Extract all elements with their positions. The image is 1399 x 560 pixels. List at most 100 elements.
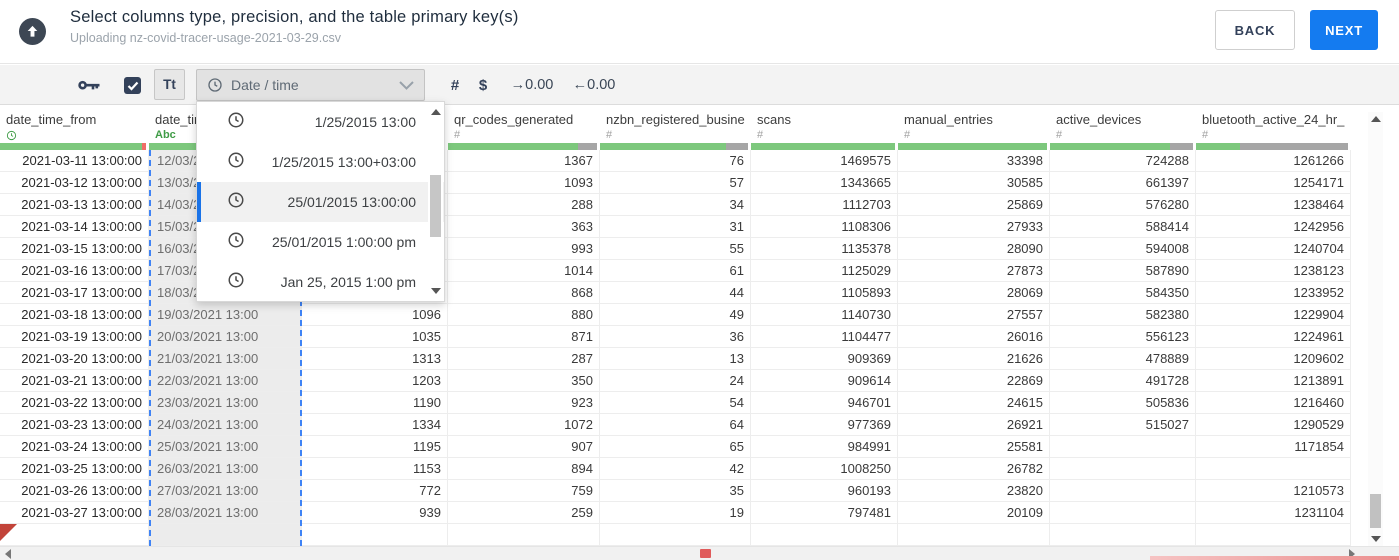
decimal-increase-button[interactable]: →0.00 (510, 75, 554, 95)
decimal-decrease-button[interactable]: ←0.00 (572, 75, 616, 95)
cell[interactable]: 1233952 (1196, 282, 1351, 304)
scroll-down-icon[interactable] (430, 288, 441, 294)
cell[interactable]: 49 (600, 304, 751, 326)
cell[interactable]: 31 (600, 216, 751, 238)
cell[interactable]: 27933 (898, 216, 1050, 238)
scrollbar-thumb[interactable] (430, 175, 441, 237)
column-header[interactable]: date_time_from (0, 105, 149, 150)
cell[interactable]: 946701 (751, 392, 898, 414)
cell[interactable]: 2021-03-18 13:00:00 (0, 304, 149, 326)
cell[interactable]: 478889 (1050, 348, 1196, 370)
cell[interactable]: 584350 (1050, 282, 1196, 304)
column-header[interactable]: qr_codes_generated # (448, 105, 600, 150)
cell[interactable]: 1104477 (751, 326, 898, 348)
cell[interactable]: 2021-03-22 13:00:00 (0, 392, 149, 414)
cell[interactable]: 44 (600, 282, 751, 304)
cell[interactable]: 2021-03-20 13:00:00 (0, 348, 149, 370)
cell[interactable]: 1035 (302, 326, 448, 348)
cell[interactable]: 1290529 (1196, 414, 1351, 436)
cell[interactable]: 2021-03-21 13:00:00 (0, 370, 149, 392)
scroll-down-icon[interactable] (1370, 536, 1381, 542)
cell[interactable]: 23820 (898, 480, 1050, 502)
cell[interactable]: 587890 (1050, 260, 1196, 282)
primary-key-icon[interactable] (76, 73, 102, 97)
cell[interactable]: 2021-03-16 13:00:00 (0, 260, 149, 282)
cell[interactable]: 288 (448, 194, 600, 216)
scroll-up-icon[interactable] (1370, 116, 1381, 122)
cell[interactable]: 1135378 (751, 238, 898, 260)
vertical-scrollbar[interactable] (1368, 112, 1383, 546)
cell[interactable]: 923 (448, 392, 600, 414)
cell[interactable]: 28090 (898, 238, 1050, 260)
cell[interactable]: 33398 (898, 150, 1050, 172)
cell[interactable]: 939 (302, 502, 448, 524)
cell[interactable]: 21626 (898, 348, 1050, 370)
cell[interactable] (1050, 458, 1196, 480)
cell[interactable]: 797481 (751, 502, 898, 524)
cell[interactable]: 24/03/2021 13:00 (151, 414, 300, 436)
cell[interactable]: 350 (448, 370, 600, 392)
cell[interactable]: 24 (600, 370, 751, 392)
cell[interactable]: 909614 (751, 370, 898, 392)
cell[interactable]: 1108306 (751, 216, 898, 238)
text-type-button[interactable]: Tt (154, 69, 185, 100)
cell[interactable] (1050, 480, 1196, 502)
cell[interactable]: 28/03/2021 13:00 (151, 502, 300, 524)
cell[interactable]: 1190 (302, 392, 448, 414)
cell[interactable]: 491728 (1050, 370, 1196, 392)
cell[interactable]: 64 (600, 414, 751, 436)
cell[interactable]: 1229904 (1196, 304, 1351, 326)
cell[interactable] (1196, 458, 1351, 480)
cell[interactable]: 1203 (302, 370, 448, 392)
cell[interactable]: 880 (448, 304, 600, 326)
cell[interactable]: 1209602 (1196, 348, 1351, 370)
cell[interactable]: 36 (600, 326, 751, 348)
cell[interactable]: 1238464 (1196, 194, 1351, 216)
cell[interactable]: 35 (600, 480, 751, 502)
column-header[interactable]: scans # (751, 105, 898, 150)
cell[interactable]: 1140730 (751, 304, 898, 326)
cell[interactable]: 2021-03-24 13:00:00 (0, 436, 149, 458)
cell[interactable]: 22/03/2021 13:00 (151, 370, 300, 392)
cell[interactable]: 1195 (302, 436, 448, 458)
cell[interactable]: 868 (448, 282, 600, 304)
cell[interactable]: 2021-03-19 13:00:00 (0, 326, 149, 348)
cell[interactable]: 2021-03-13 13:00:00 (0, 194, 149, 216)
cell[interactable]: 1072 (448, 414, 600, 436)
cell[interactable]: 1213891 (1196, 370, 1351, 392)
cell[interactable]: 907 (448, 436, 600, 458)
cell[interactable]: 582380 (1050, 304, 1196, 326)
cell[interactable]: 19/03/2021 13:00 (151, 304, 300, 326)
cell[interactable]: 2021-03-26 13:00:00 (0, 480, 149, 502)
cell[interactable]: 960193 (751, 480, 898, 502)
cell[interactable]: 1242956 (1196, 216, 1351, 238)
column-header[interactable]: nzbn_registered_busine # (600, 105, 751, 150)
cell[interactable]: 594008 (1050, 238, 1196, 260)
cell[interactable]: 1171854 (1196, 436, 1351, 458)
cell[interactable]: 26/03/2021 13:00 (151, 458, 300, 480)
cell[interactable]: 1238123 (1196, 260, 1351, 282)
cell[interactable]: 13 (600, 348, 751, 370)
cell[interactable]: 27873 (898, 260, 1050, 282)
cell[interactable]: 27557 (898, 304, 1050, 326)
cell[interactable]: 24615 (898, 392, 1050, 414)
cell[interactable]: 2021-03-25 13:00:00 (0, 458, 149, 480)
cell[interactable]: 27/03/2021 13:00 (151, 480, 300, 502)
column-header[interactable]: bluetooth_active_24_hr_ # (1196, 105, 1351, 150)
scroll-up-icon[interactable] (430, 109, 441, 115)
cell[interactable]: 1008250 (751, 458, 898, 480)
cell[interactable]: 772 (302, 480, 448, 502)
cell[interactable]: 515027 (1050, 414, 1196, 436)
cell[interactable]: 34 (600, 194, 751, 216)
date-format-option[interactable]: 1/25/2015 13:00 (197, 102, 444, 142)
table-column[interactable]: scans #1469575 1343665 1112703 1108306 113537… (751, 105, 898, 546)
cell[interactable]: 61 (600, 260, 751, 282)
column-header[interactable]: manual_entries # (898, 105, 1050, 150)
cell[interactable]: 505836 (1050, 392, 1196, 414)
cell[interactable]: 588414 (1050, 216, 1196, 238)
cell[interactable]: 1261266 (1196, 150, 1351, 172)
cell[interactable]: 871 (448, 326, 600, 348)
cell[interactable]: 363 (448, 216, 600, 238)
cell[interactable]: 1014 (448, 260, 600, 282)
cell[interactable]: 977369 (751, 414, 898, 436)
